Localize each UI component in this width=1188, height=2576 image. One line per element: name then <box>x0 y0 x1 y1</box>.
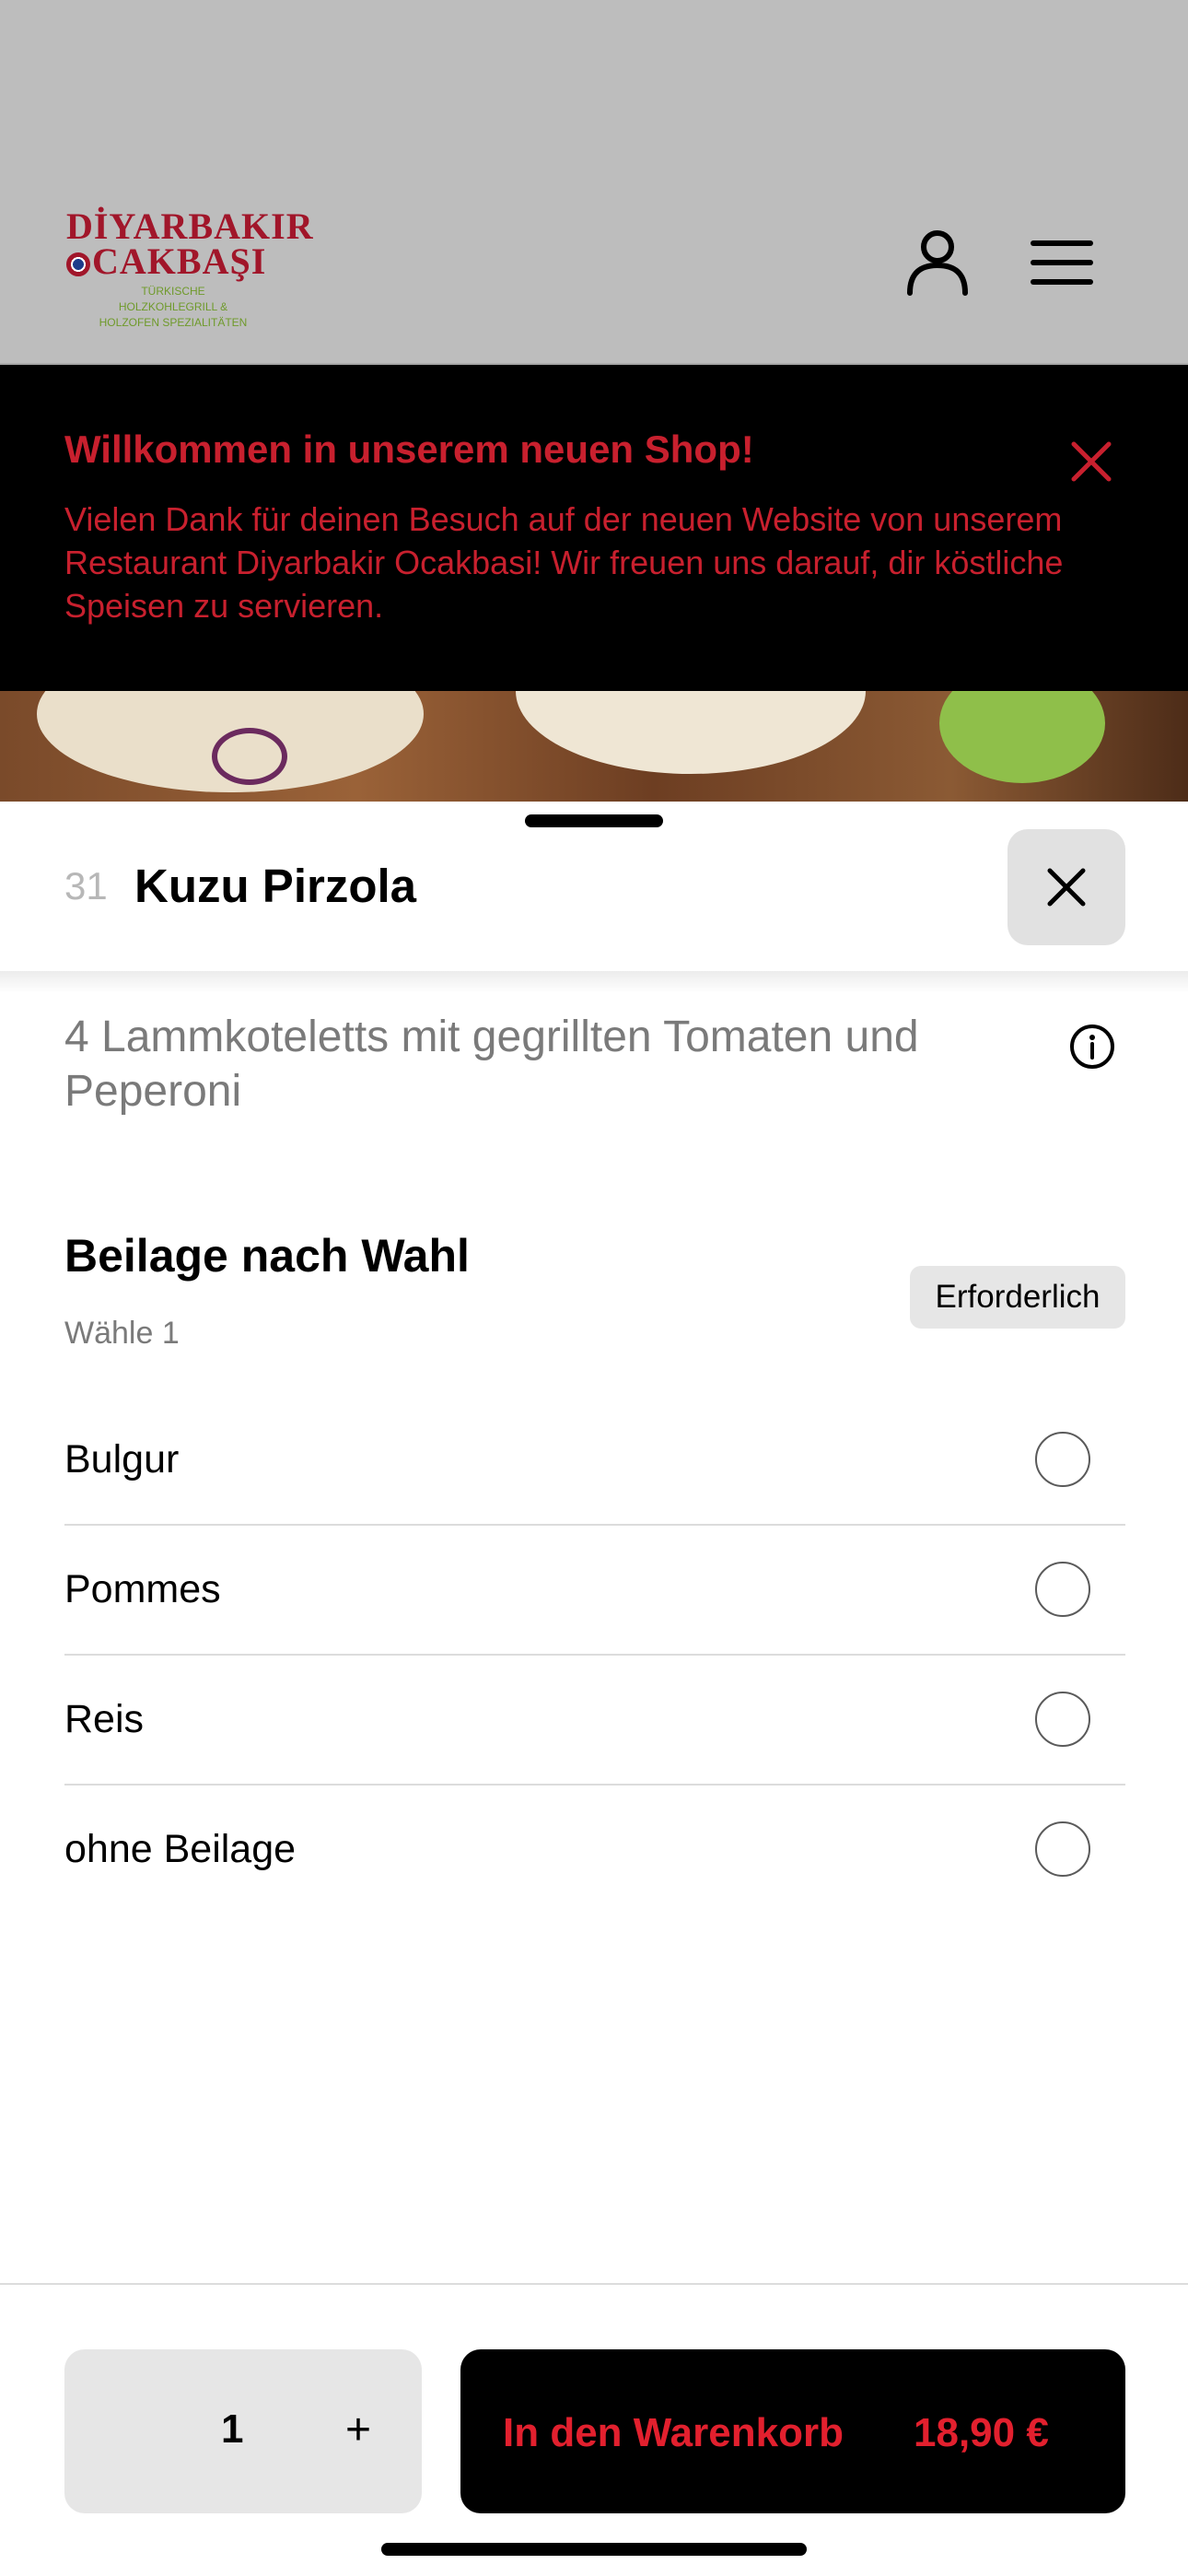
user-icon[interactable] <box>903 227 973 297</box>
logo-emblem-icon <box>66 252 90 276</box>
restaurant-logo[interactable]: DİYARBAKIR CAKBAŞI TÜRKISCHE HOLZKOHLEGR… <box>66 205 313 329</box>
option-label: Bulgur <box>64 1437 180 1481</box>
radio-button[interactable] <box>1035 1562 1090 1617</box>
hero-food-image <box>0 691 1188 802</box>
option-row-reis[interactable]: Reis <box>64 1657 1125 1786</box>
menu-icon[interactable] <box>1030 238 1094 287</box>
logo-tagline: TÜRKISCHE HOLZKOHLEGRILL & HOLZOFEN SPEZ… <box>99 285 248 329</box>
close-icon <box>1047 868 1086 907</box>
sheet-grabber[interactable] <box>525 814 663 827</box>
divider <box>64 1784 1125 1786</box>
item-number: 31 <box>64 864 108 907</box>
divider <box>64 1654 1125 1656</box>
title-divider <box>0 971 1188 993</box>
price-label: 18,90 € <box>914 2410 1049 2455</box>
option-group-subtitle: Wähle 1 <box>64 1316 180 1351</box>
banner-text: Vielen Dank für deinen Besuch auf der ne… <box>64 500 1064 625</box>
option-label: ohne Beilage <box>64 1827 297 1871</box>
quantity-value: 1 <box>221 2406 244 2452</box>
add-to-cart-label: In den Warenkorb <box>503 2410 844 2455</box>
radio-button[interactable] <box>1035 1432 1090 1487</box>
banner-title: Willkommen in unserem neuen Shop! <box>64 427 754 471</box>
banner-close-icon[interactable] <box>1068 439 1114 485</box>
radio-button[interactable] <box>1035 1821 1090 1877</box>
footer-divider <box>0 2283 1188 2285</box>
option-label: Reis <box>64 1697 145 1741</box>
divider <box>64 1524 1125 1526</box>
home-indicator[interactable] <box>381 2543 807 2556</box>
info-icon[interactable] <box>1068 1023 1116 1071</box>
option-label: Pommes <box>64 1567 221 1611</box>
required-badge: Erforderlich <box>910 1266 1125 1329</box>
option-row-pommes[interactable]: Pommes <box>64 1527 1125 1656</box>
option-row-ohne-beilage[interactable]: ohne Beilage <box>64 1786 1125 1915</box>
option-group-title: Beilage nach Wahl <box>64 1230 470 1282</box>
item-title: Kuzu Pirzola <box>134 860 417 912</box>
item-description: 4 Lammkoteletts mit gegrillten Tomaten u… <box>64 1013 919 1116</box>
quantity-increase-button[interactable]: + <box>326 2394 390 2467</box>
logo-line-2: CAKBAŞI <box>66 240 266 283</box>
close-button[interactable] <box>1007 829 1125 945</box>
radio-button[interactable] <box>1035 1692 1090 1747</box>
option-row-bulgur[interactable]: Bulgur <box>64 1397 1125 1526</box>
